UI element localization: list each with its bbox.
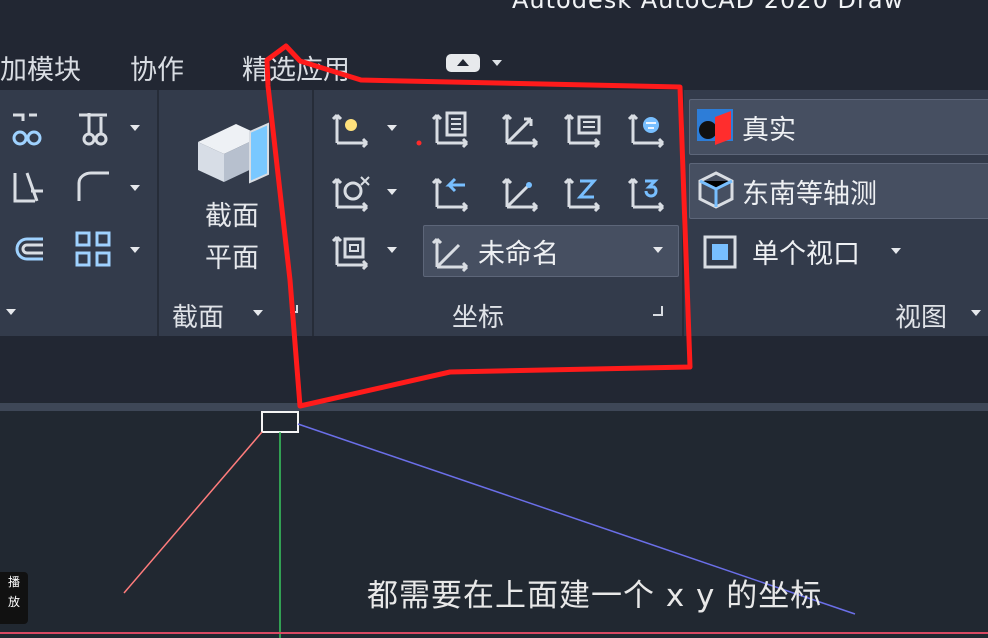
ucs-icon[interactable] [330,106,374,150]
ucs-object-icon[interactable] [626,106,670,150]
realistic-style-icon [694,104,738,148]
viewport-value[interactable]: 单个视口 [752,232,860,271]
chevron-down-icon[interactable] [386,244,398,256]
chevron-down-icon[interactable] [129,182,141,194]
ribbon-separator [682,90,684,336]
chevron-down-icon[interactable] [386,122,398,134]
viewport-icon[interactable] [698,230,742,274]
ribbon-tabs: 加模块 协作 精选应用 [0,40,988,90]
chevron-down-icon[interactable] [5,306,17,318]
ucs-world-icon[interactable] [500,106,544,150]
section-plane-label-1: 截面 [205,201,259,232]
chevron-down-icon[interactable] [890,245,902,257]
ucs-3-icon[interactable] [626,170,670,214]
named-ucs-icon[interactable] [430,106,474,150]
tab-featured-apps[interactable]: 精选应用 [242,48,350,87]
section-plane-label-2: 平面 [205,243,259,274]
panel-launcher-icon[interactable] [290,305,298,313]
chevron-down-icon[interactable] [129,122,141,134]
view-direction-value: 东南等轴测 [742,179,877,210]
panel-launcher-icon[interactable] [653,306,663,316]
canvas-divider [0,403,988,411]
ucs-3point-icon[interactable] [500,170,544,214]
offset-tool-icon[interactable] [8,228,52,272]
ucs-z-axis-icon[interactable] [562,170,606,214]
view-panel-label: 视图 [895,303,948,333]
ucs-combo-value: 未命名 [478,239,559,270]
ucs-combo-icon [430,230,474,274]
trim-tool-icon[interactable] [72,106,116,150]
ribbon-minimize-toggle[interactable] [446,54,480,72]
play-badge[interactable]: 播 放 [0,572,28,624]
coordinates-panel-label: 坐标 [452,303,505,333]
ucs-origin-icon[interactable] [330,170,374,214]
visual-style-value: 真实 [742,115,796,146]
section-panel-label: 截面 [172,303,225,333]
array-tool-icon[interactable] [72,228,116,272]
chevron-down-icon[interactable] [129,244,141,256]
play-badge-line-2: 放 [7,595,20,609]
copy-tool-icon[interactable] [8,106,52,150]
tab-collaborate[interactable]: 协作 [130,48,184,87]
play-badge-line-1: 播 [7,575,20,589]
chevron-down-icon[interactable] [252,307,264,319]
ucs-view-icon[interactable] [562,106,606,150]
chevron-down-icon[interactable] [970,307,982,319]
bottom-edge-line [0,632,988,634]
canvas-top-strip [0,336,988,402]
ucs-previous-icon[interactable] [430,170,474,214]
section-plane-icon[interactable] [194,116,274,192]
stretch-tool-icon[interactable] [8,166,52,210]
isometric-view-icon [694,168,738,212]
video-subtitle: 都需要在上面建一个 x y 的坐标 [367,578,823,614]
ribbon-separator [157,90,159,336]
ribbon-separator [312,90,314,336]
title-bar: Autodesk AutoCAD 2020 Draw [0,0,988,40]
chevron-down-icon[interactable] [492,60,502,66]
fillet-tool-icon[interactable] [72,166,116,210]
chevron-down-icon[interactable] [652,244,664,256]
tab-add-modules[interactable]: 加模块 [0,48,81,87]
ucs-settings-icon[interactable] [330,228,374,272]
chevron-down-icon[interactable] [386,186,398,198]
window-title: Autodesk AutoCAD 2020 Draw [512,0,905,14]
